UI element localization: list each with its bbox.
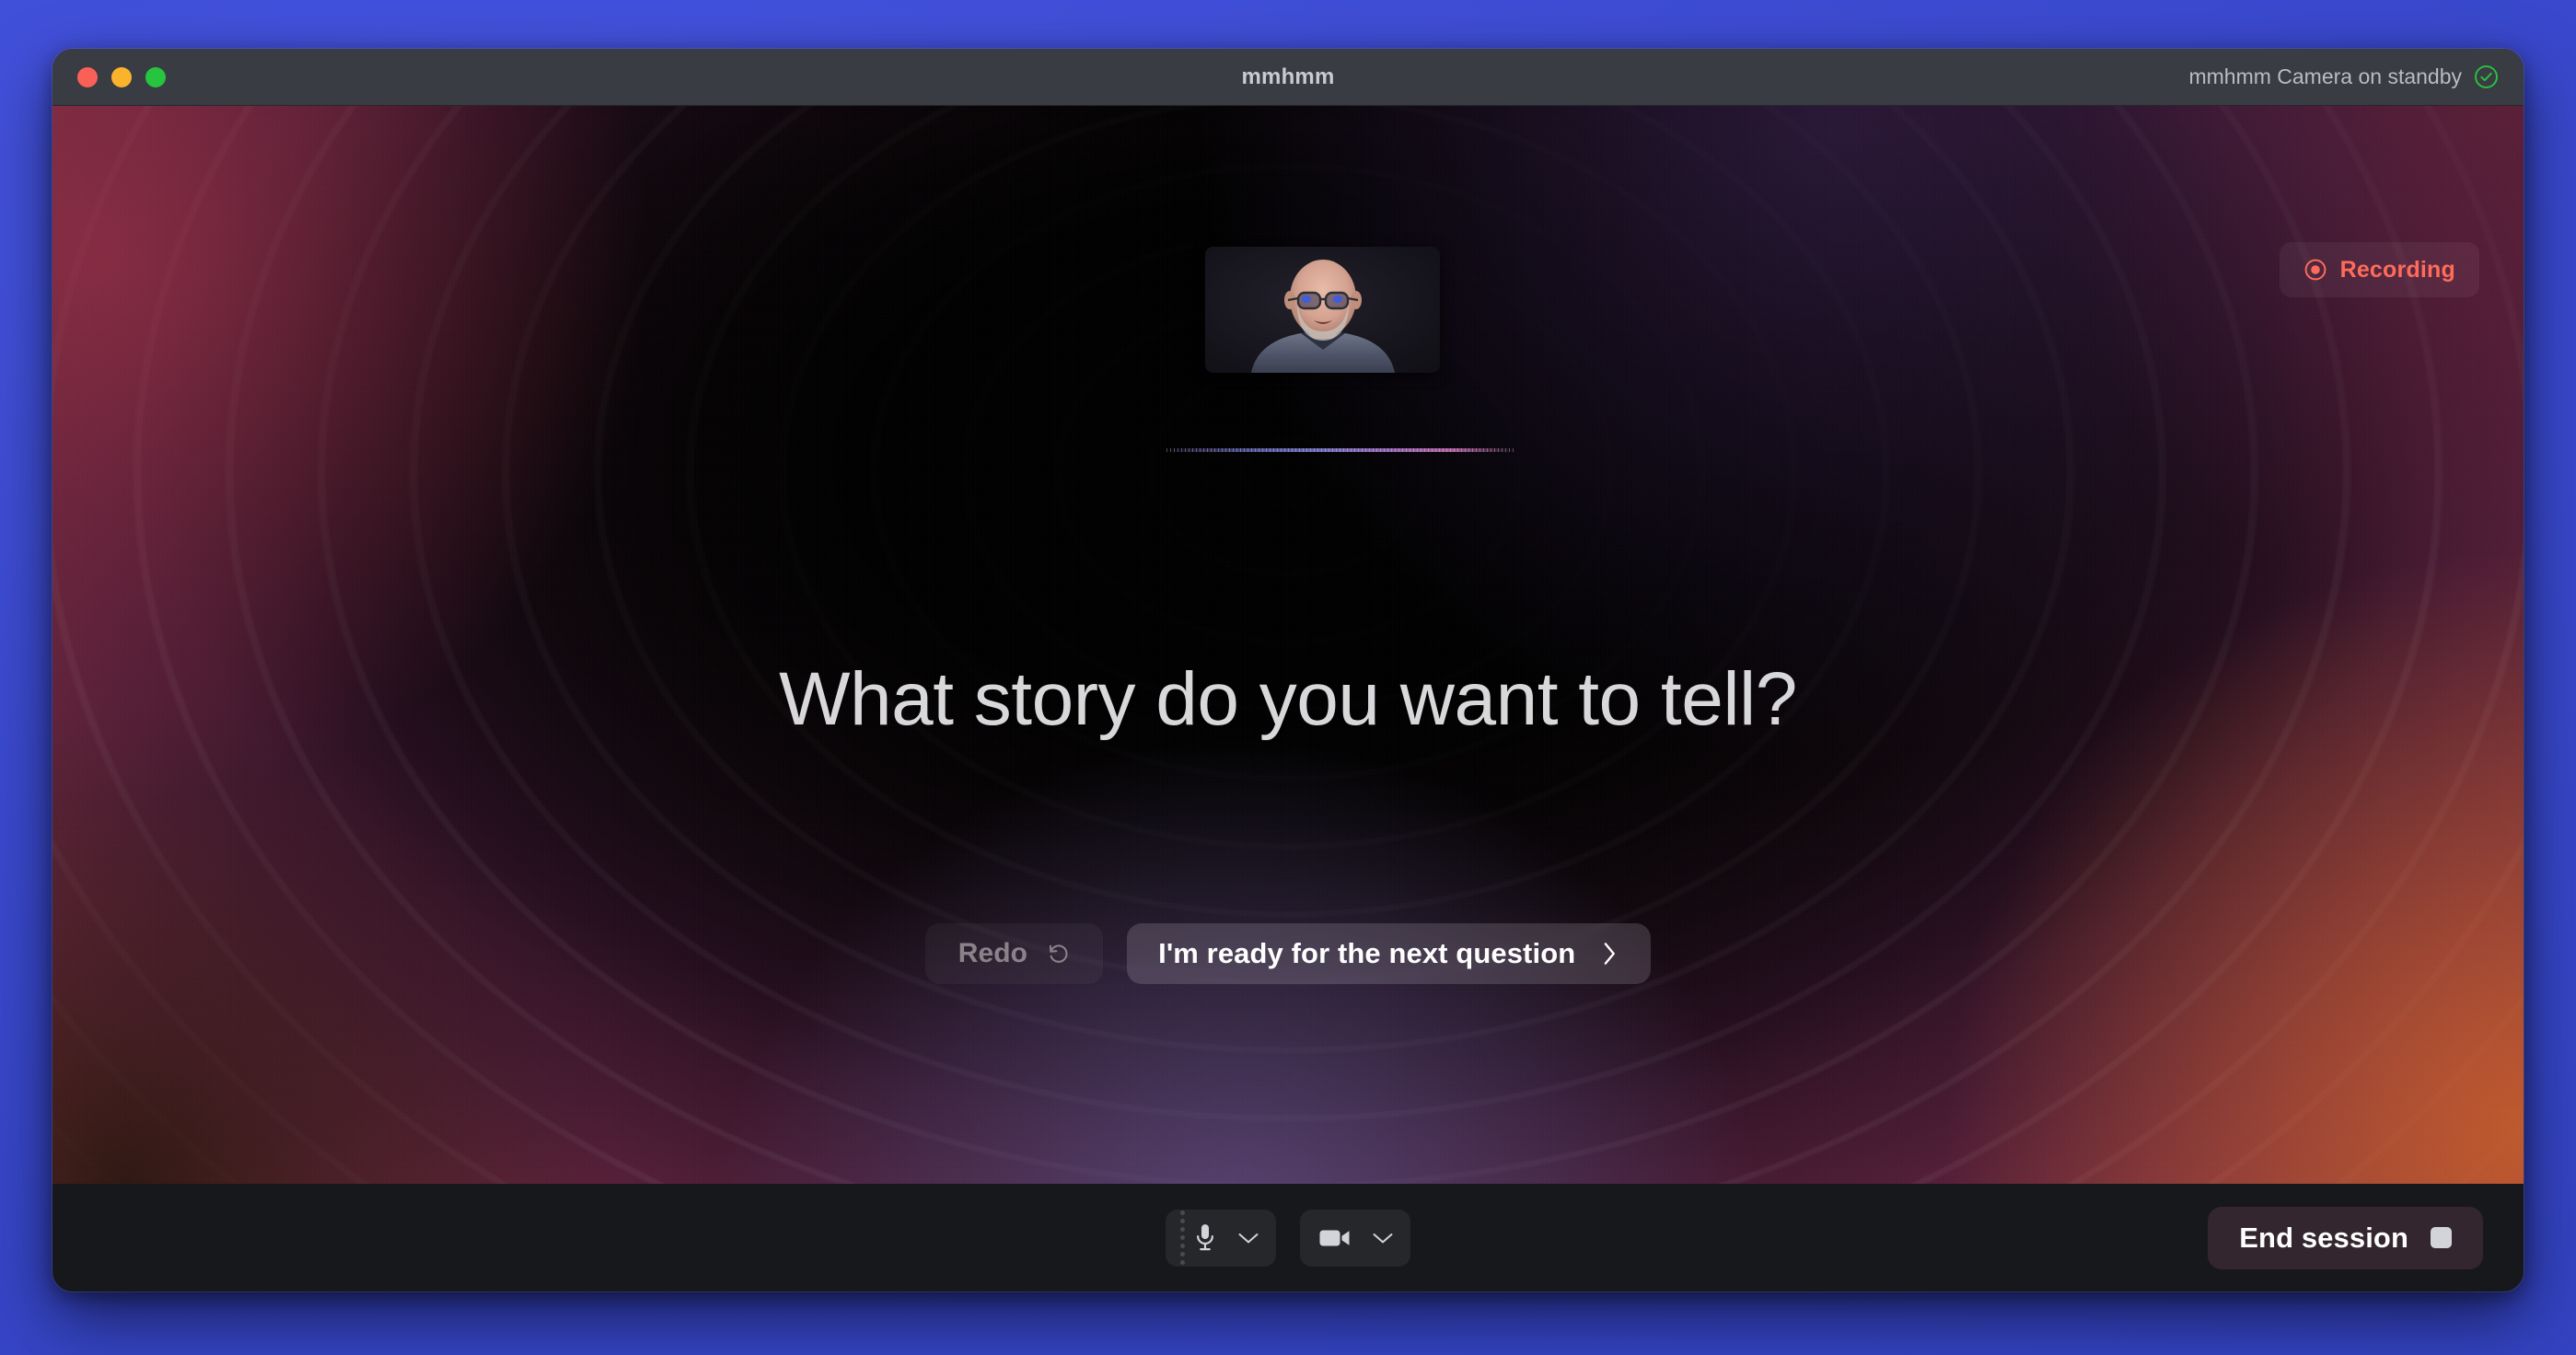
microphone-group <box>1180 1210 1217 1265</box>
recording-status-badge: Recording <box>2279 242 2479 297</box>
window-titlebar: mmhmm mmhmm Camera on standby <box>52 49 2524 106</box>
minimize-window-button[interactable] <box>111 66 132 87</box>
av-controls-group <box>52 1209 2524 1267</box>
check-circle-icon <box>2474 64 2499 89</box>
chevron-right-icon <box>1599 942 1619 966</box>
camera-chevron-down-icon[interactable] <box>1372 1232 1394 1245</box>
camera-status-indicator[interactable]: mmhmm Camera on standby <box>2188 64 2499 89</box>
bottom-toolbar: End session <box>52 1184 2524 1291</box>
zoom-window-button[interactable] <box>145 66 166 87</box>
mic-level-meter <box>1180 1210 1185 1265</box>
microphone-icon <box>1193 1222 1217 1254</box>
presenter-video-preview[interactable] <box>1205 247 1440 373</box>
next-question-button[interactable]: I'm ready for the next question <box>1127 923 1652 984</box>
window-traffic-lights <box>77 66 166 87</box>
close-window-button[interactable] <box>77 66 98 87</box>
redo-button[interactable]: Redo <box>924 923 1104 984</box>
presenter-avatar <box>1251 260 1395 373</box>
recording-label: Recording <box>2339 256 2455 283</box>
redo-button-label: Redo <box>957 938 1028 968</box>
record-dot-icon <box>2303 258 2327 282</box>
app-window: mmhmm mmhmm Camera on standby Recording … <box>52 49 2524 1291</box>
window-title: mmhmm <box>1241 64 1335 89</box>
microphone-control[interactable] <box>1166 1209 1276 1267</box>
desktop-background: mmhmm mmhmm Camera on standby Recording … <box>0 0 2576 1355</box>
presentation-stage: Recording What story do you want to tell… <box>52 106 2524 1184</box>
page-title: What story do you want to tell? <box>779 657 1797 741</box>
rotate-ccw-icon <box>1046 942 1070 966</box>
camera-status-label: mmhmm Camera on standby <box>2188 64 2462 88</box>
next-question-button-label: I'm ready for the next question <box>1158 937 1576 969</box>
audio-waveform <box>1166 448 1514 452</box>
stage-action-row: Redo I'm ready for the next question <box>52 923 2524 984</box>
video-camera-icon <box>1318 1227 1352 1249</box>
mic-chevron-down-icon[interactable] <box>1237 1232 1259 1245</box>
camera-control[interactable] <box>1300 1209 1410 1267</box>
